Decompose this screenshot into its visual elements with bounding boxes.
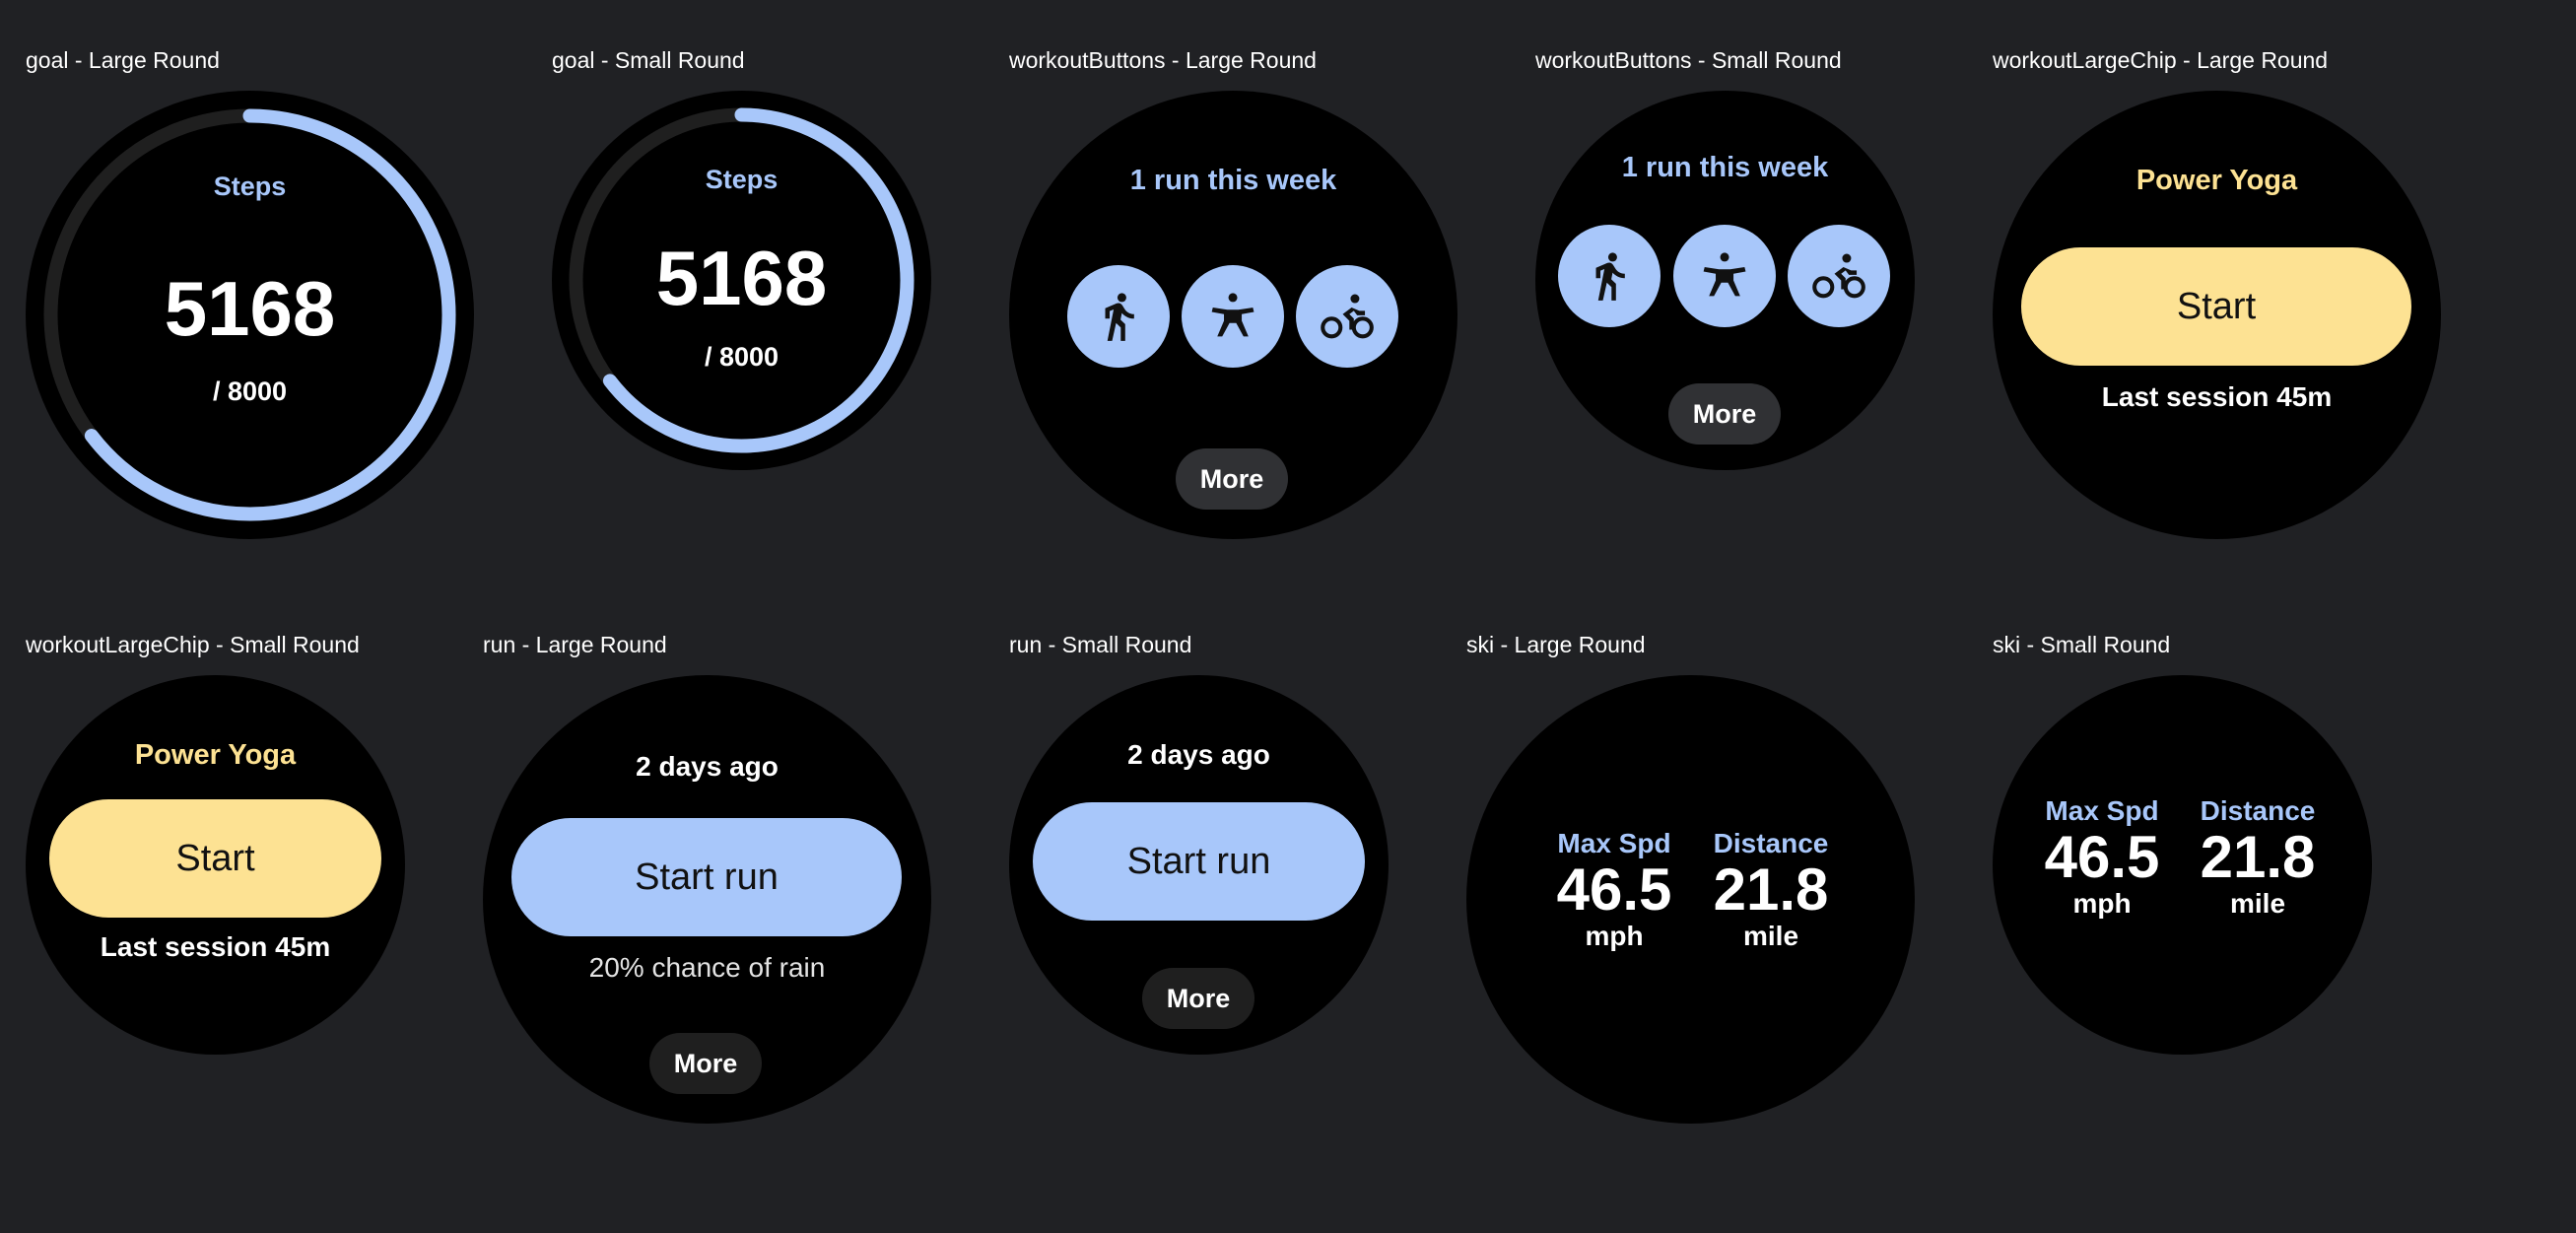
cycle-button[interactable] (1788, 225, 1890, 327)
stat-value: 21.8 (2200, 824, 2316, 890)
run-button[interactable] (1067, 265, 1170, 368)
run-icon (1105, 293, 1134, 341)
watch-workout-buttons-small: 1 run this week More (1535, 91, 1915, 470)
caption-run-small: run - Small Round (1009, 632, 1192, 657)
caption-workout-large-chip-large: workoutLargeChip - Large Round (1993, 47, 2329, 73)
stat-value: 46.5 (2044, 824, 2160, 890)
cycle-button[interactable] (1296, 265, 1398, 368)
watch-ski-small: Max Spd 46.5 mph Distance 21.8 mile (1993, 675, 2372, 1055)
run-last-time: 2 days ago (1127, 739, 1270, 770)
cycle-icon (1321, 294, 1374, 339)
workout-title: Power Yoga (134, 739, 297, 771)
workout-buttons-title: 1 run this week (1621, 152, 1829, 183)
watch-ski-large: Max Spd 46.5 mph Distance 21.8 mile (1466, 675, 1915, 1124)
yoga-button[interactable] (1673, 225, 1776, 327)
more-button[interactable]: More (1176, 448, 1288, 510)
yoga-icon (1703, 252, 1746, 297)
caption-workout-large-chip-small: workoutLargeChip - Small Round (26, 632, 360, 657)
stat-label: Distance (2200, 795, 2316, 826)
stat-unit: mile (1742, 921, 1799, 951)
caption-workout-buttons-large: workoutButtons - Large Round (1009, 47, 1317, 73)
caption-goal-large: goal - Large Round (26, 47, 220, 73)
stat-label: Max Spd (2045, 795, 2159, 826)
watch-workout-large-chip-small: Power Yoga Start Last session 45m (26, 675, 405, 1055)
goal-target: / 8000 (212, 377, 288, 406)
goal-label: Steps (705, 165, 779, 194)
stat-label: Distance (1713, 828, 1829, 858)
run-last-time: 2 days ago (636, 751, 779, 782)
stat-value: 46.5 (1556, 856, 1672, 923)
caption-ski-large: ski - Large Round (1466, 632, 1646, 657)
start-run-button[interactable]: Start run (511, 818, 902, 936)
yoga-icon (1211, 293, 1254, 337)
run-button[interactable] (1558, 225, 1661, 327)
caption-workout-buttons-small: workoutButtons - Small Round (1535, 47, 1842, 73)
watch-run-large: 2 days ago Start run 20% chance of rain … (483, 675, 931, 1124)
weather-text: 20% chance of rain (588, 952, 826, 983)
more-button[interactable]: More (649, 1033, 762, 1094)
goal-label: Steps (213, 171, 287, 201)
last-session-text: Last session 45m (2101, 381, 2333, 412)
stat-value: 21.8 (1713, 856, 1829, 923)
last-session-text: Last session 45m (100, 931, 331, 962)
stat-unit: mph (2072, 888, 2132, 919)
watch-goal-large: Steps 5168 / 8000 (26, 91, 474, 539)
caption-goal-small: goal - Small Round (552, 47, 745, 73)
workout-title: Power Yoga (2135, 165, 2298, 196)
yoga-button[interactable] (1182, 265, 1284, 368)
watch-goal-small: Steps 5168 / 8000 (552, 91, 931, 470)
start-button[interactable]: Start (2021, 247, 2411, 366)
stat-label: Max Spd (1557, 828, 1671, 858)
watch-run-small: 2 days ago Start run More (1009, 675, 1389, 1055)
stat-distance: Distance 21.8 mile (1687, 828, 1855, 952)
watch-workout-large-chip-large: Power Yoga Start Last session 45m (1993, 91, 2441, 539)
goal-target: / 8000 (704, 342, 780, 372)
start-run-button[interactable]: Start run (1033, 802, 1365, 921)
run-icon (1595, 252, 1625, 301)
stat-unit: mph (1585, 921, 1644, 951)
workout-buttons-title: 1 run this week (1129, 165, 1337, 196)
more-button[interactable]: More (1142, 968, 1254, 1029)
goal-value: 5168 (164, 265, 336, 352)
watch-workout-buttons-large: 1 run this week More (1009, 91, 1457, 539)
caption-ski-small: ski - Small Round (1993, 632, 2171, 657)
stat-max-speed: Max Spd 46.5 mph (1530, 828, 1698, 952)
stat-max-speed: Max Spd 46.5 mph (2018, 795, 2186, 920)
cycle-icon (1812, 253, 1865, 299)
caption-run-large: run - Large Round (483, 632, 667, 657)
goal-value: 5168 (655, 235, 828, 321)
stat-distance: Distance 21.8 mile (2174, 795, 2341, 920)
more-button[interactable]: More (1668, 383, 1781, 445)
stat-unit: mile (2229, 888, 2286, 919)
start-button[interactable]: Start (49, 799, 381, 918)
